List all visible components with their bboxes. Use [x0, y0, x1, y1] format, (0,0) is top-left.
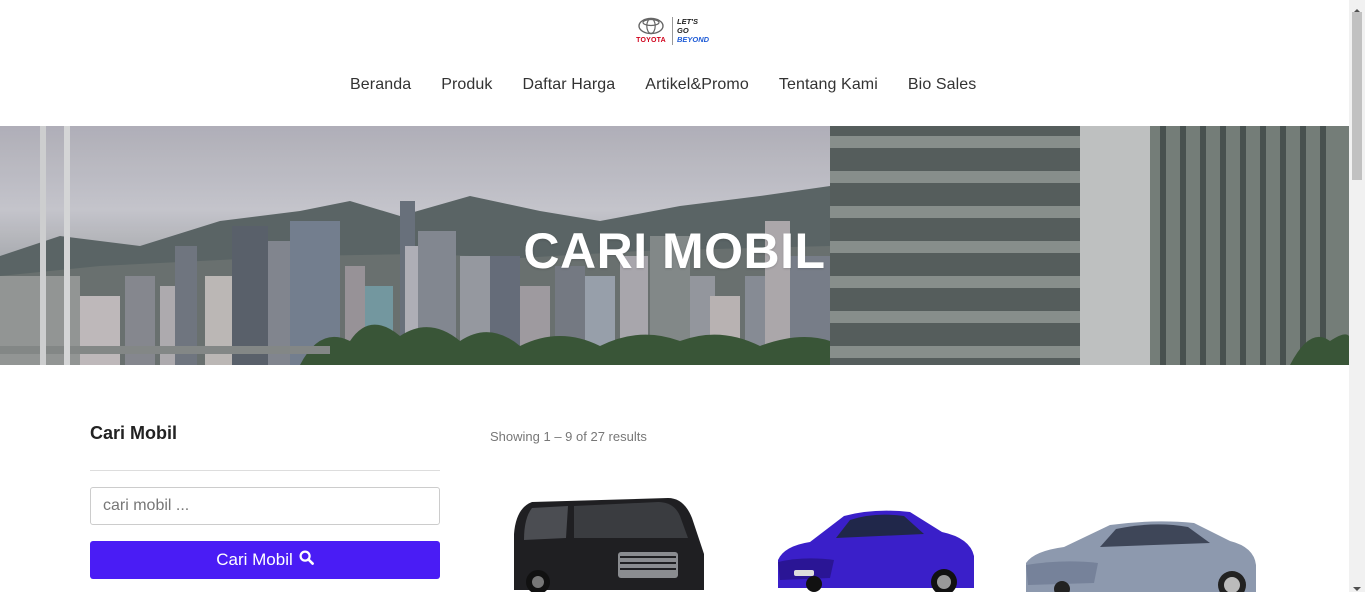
scrollbar-thumb[interactable]	[1352, 12, 1362, 180]
scroll-down-arrow-icon[interactable]	[1352, 580, 1362, 591]
logo-tagline-line3: BEYOND	[677, 35, 710, 44]
sidebar-title: Cari Mobil	[90, 423, 178, 443]
logo-divider	[672, 17, 673, 45]
sedan-blue-icon	[778, 510, 974, 592]
nav-item-bio-sales[interactable]: Bio Sales	[908, 76, 977, 94]
search-icon	[299, 550, 314, 570]
nav-item-tentang-kami[interactable]: Tentang Kami	[779, 76, 878, 94]
nav-item-daftar-harga[interactable]: Daftar Harga	[523, 76, 616, 94]
result-count: Showing 1 – 9 of 27 results	[490, 429, 647, 444]
search-button[interactable]: Cari Mobil	[90, 541, 440, 579]
search-input[interactable]	[90, 487, 440, 525]
site-header: TOYOTA LET'S GO BEYOND Beranda Produk Da…	[0, 0, 1349, 126]
product-card-image[interactable]	[1024, 519, 1258, 592]
logo-tagline-line1: LET'S	[677, 17, 698, 26]
logo-brand-text: TOYOTA	[636, 37, 666, 44]
hero-title: CARI MOBIL	[523, 223, 826, 279]
hero-banner: CARI MOBIL	[0, 126, 1349, 365]
nav-item-produk[interactable]: Produk	[441, 76, 492, 94]
scroll-up-arrow-icon[interactable]	[1352, 2, 1362, 13]
minivan-black-icon	[514, 498, 704, 592]
sedan-silver-icon	[1026, 521, 1256, 592]
toyota-emblem-icon: TOYOTA	[634, 17, 668, 47]
toyota-logo[interactable]: TOYOTA LET'S GO BEYOND	[634, 17, 718, 49]
product-card-image[interactable]	[774, 508, 976, 592]
nav-item-artikel-promo[interactable]: Artikel&Promo	[645, 76, 749, 94]
main-nav: Beranda Produk Daftar Harga Artikel&Prom…	[350, 76, 976, 94]
nav-item-beranda[interactable]: Beranda	[350, 76, 411, 94]
product-card-image[interactable]	[508, 494, 708, 592]
logo-tagline-line2: GO	[677, 26, 689, 35]
sidebar-divider	[90, 470, 440, 471]
search-button-label: Cari Mobil	[216, 550, 293, 569]
logo-tagline: LET'S GO BEYOND	[677, 17, 709, 44]
